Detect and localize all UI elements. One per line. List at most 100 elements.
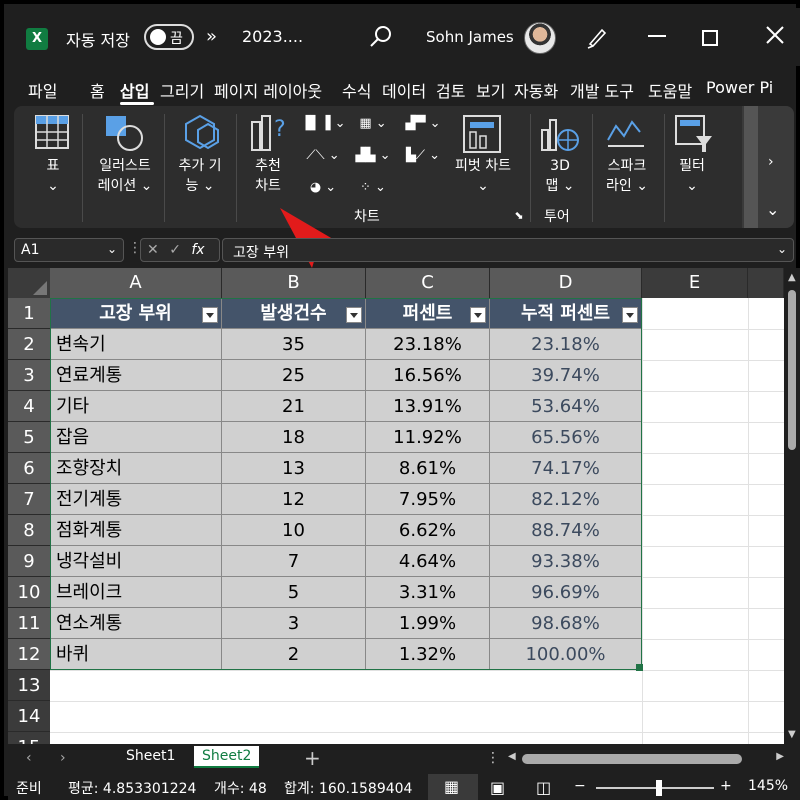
cancel-icon[interactable]: ✕ [147,242,159,258]
zoom-level[interactable]: 145% [748,778,788,794]
table-cell[interactable]: 100.00% [490,639,642,670]
page-layout-view-icon[interactable]: ▣ [490,778,505,797]
addins-button[interactable]: 추가 기 능 ⌄ [170,156,230,196]
user-name[interactable]: Sohn James [426,28,514,46]
row-header[interactable]: 13 [8,670,50,701]
pivot-chart-button[interactable]: 피벗 차트 ⌄ [448,156,518,196]
sheet-tab-sheet1[interactable]: Sheet1 [126,748,175,764]
filter-dropdown-icon[interactable] [202,307,218,323]
row-header[interactable]: 2 [8,329,50,360]
tab-view[interactable]: 보기 [476,78,505,102]
more-commands-button[interactable]: » [206,26,217,47]
table-cell[interactable]: 브레이크 [50,577,222,608]
row-header[interactable]: 10 [8,577,50,608]
row-header[interactable]: 6 [8,453,50,484]
combo-chart-button[interactable]: ▙⟋ ⌄ [400,146,446,166]
row-header[interactable]: 5 [8,422,50,453]
row-header[interactable]: 1 [8,298,50,329]
table-cell[interactable]: 18 [222,422,366,453]
table-cell[interactable]: 12 [222,484,366,515]
tab-page-layout[interactable]: 페이지 레이아웃 [214,78,322,102]
column-header-f[interactable] [748,268,784,298]
scroll-right-icon[interactable]: ▶ [776,751,784,762]
filter-dropdown-icon[interactable] [470,307,486,323]
table-cell[interactable]: 21 [222,391,366,422]
horizontal-scroll-thumb[interactable] [522,754,742,764]
zoom-slider[interactable] [596,787,714,789]
table-cell[interactable]: 연소계통 [50,608,222,639]
tab-splitter-icon[interactable]: ⋮ [486,750,500,766]
table-cell[interactable]: 7 [222,546,366,577]
table-cell[interactable]: 11.92% [366,422,490,453]
table-cell[interactable]: 65.56% [490,422,642,453]
table-cell[interactable]: 점화계통 [50,515,222,546]
prev-sheet-icon[interactable]: ‹ [26,750,32,766]
sheet-tab-sheet2[interactable]: Sheet2 [194,746,260,768]
table-cell[interactable]: 잡음 [50,422,222,453]
table-header-cell[interactable]: 누적 퍼센트 [490,298,642,329]
column-header-a[interactable]: A [50,268,222,298]
table-cell[interactable]: 16.56% [366,360,490,391]
sparkline-button[interactable]: 스파크 라인 ⌄ [600,156,654,196]
fx-icon[interactable]: fx [191,242,204,258]
chart-dialog-launcher[interactable]: ⬊ [512,206,526,226]
table-cell[interactable]: 연료계통 [50,360,222,391]
illustrations-button[interactable]: 일러스트 레이션 ⌄ [90,156,160,196]
tab-power-pivot[interactable]: Power Pi [706,78,773,97]
row-header[interactable]: 15 [8,732,50,744]
table-cell[interactable]: 74.17% [490,453,642,484]
chevron-down-icon[interactable]: ⌄ [107,242,117,256]
next-sheet-icon[interactable]: › [60,750,66,766]
row-header[interactable]: 8 [8,515,50,546]
horizontal-scrollbar[interactable]: ◀ ▶ [508,751,784,764]
filter-button[interactable]: 필터 ⌄ [670,156,714,196]
add-sheet-button[interactable]: + [304,746,321,770]
table-cell[interactable]: 3 [222,608,366,639]
vertical-scrollbar[interactable]: ▲ ▼ [784,268,800,744]
table-header-cell[interactable]: 발생건수 [222,298,366,329]
table-cell[interactable]: 바퀴 [50,639,222,670]
table-cell[interactable]: 8.61% [366,453,490,484]
zoom-in-icon[interactable]: + [720,778,732,794]
table-cell[interactable]: 2 [222,639,366,670]
line-chart-button[interactable]: ⟋⟍ ⌄ [300,146,346,166]
table-cell[interactable]: 조향장치 [50,453,222,484]
tab-review[interactable]: 검토 [436,78,465,102]
table-header-cell[interactable]: 퍼센트 [366,298,490,329]
filter-dropdown-icon[interactable] [622,307,638,323]
ribbon-scroll-right-icon[interactable]: › [768,154,774,170]
filter-dropdown-icon[interactable] [346,307,362,323]
table-cell[interactable]: 53.64% [490,391,642,422]
row-header[interactable]: 4 [8,391,50,422]
map3d-button[interactable]: 3D 맵 ⌄ [538,156,582,196]
ribbon-collapse-icon[interactable]: ⌄ [766,200,779,219]
table-cell[interactable]: 기타 [50,391,222,422]
table-cell[interactable]: 1.99% [366,608,490,639]
avatar[interactable] [524,22,556,54]
table-cell[interactable]: 98.68% [490,608,642,639]
scroll-down-icon[interactable]: ▼ [788,729,796,740]
scroll-up-icon[interactable]: ▲ [788,272,796,283]
select-all-button[interactable] [8,268,50,298]
row-header[interactable]: 12 [8,639,50,670]
tab-file[interactable]: 파일 [28,78,57,102]
tab-formulas[interactable]: 수식 [342,78,371,102]
column-header-b[interactable]: B [222,268,366,298]
table-cell[interactable]: 4.64% [366,546,490,577]
table-cell[interactable]: 13 [222,453,366,484]
name-box[interactable]: A1 ⌄ [14,238,124,262]
tab-home[interactable]: 홈 [90,78,105,102]
close-icon[interactable] [764,24,786,46]
recommended-charts-button[interactable]: 추천 차트 [246,156,290,196]
file-name[interactable]: 2023.... [242,27,303,46]
table-cell[interactable]: 5 [222,577,366,608]
waterfall-chart-button[interactable]: ▟▀ ⌄ [400,114,446,134]
table-cell[interactable]: 93.38% [490,546,642,577]
table-button[interactable]: 표 ⌄ [36,156,70,196]
tab-developer[interactable]: 개발 도구 [570,78,634,102]
tab-insert[interactable]: 삽입 [120,78,149,102]
column-header-d[interactable]: D [490,268,642,298]
enter-icon[interactable]: ✓ [169,242,181,258]
ribbon-scroll[interactable]: › ⌄ [742,106,794,228]
table-cell[interactable]: 25 [222,360,366,391]
